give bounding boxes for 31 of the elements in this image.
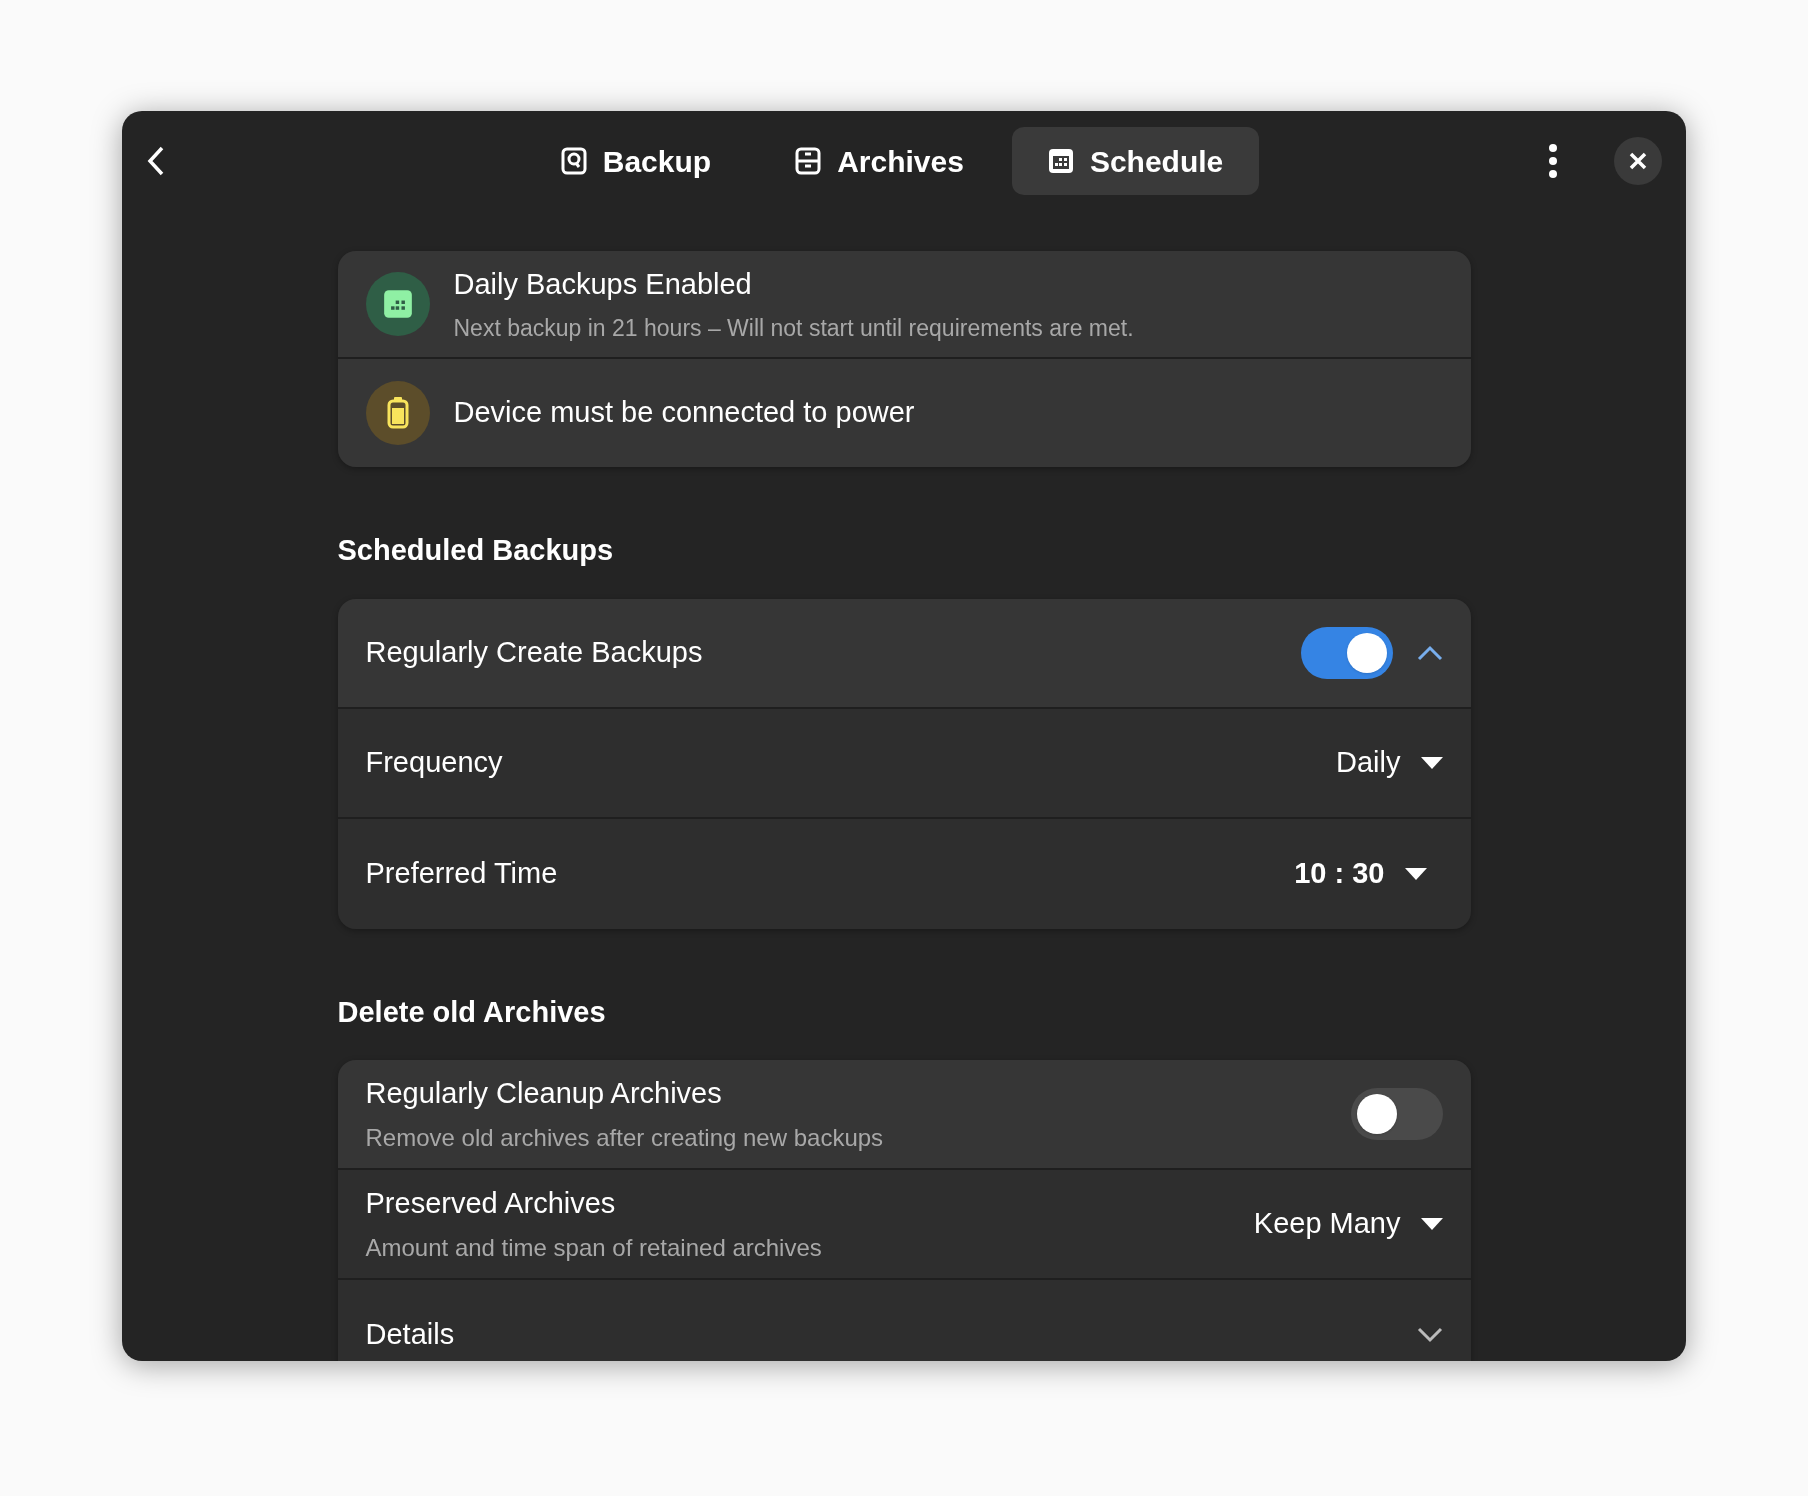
dropdown-value[interactable]: Daily (1336, 740, 1401, 785)
more-menu-icon[interactable] (1548, 144, 1558, 178)
status-title: Daily Backups Enabled (453, 267, 753, 302)
dropdown-caret-icon (1404, 867, 1427, 880)
row-label: Regularly Cleanup Archives (365, 1076, 723, 1112)
chevron-down-icon[interactable] (1416, 1327, 1443, 1343)
chevron-up-icon[interactable] (1416, 644, 1443, 661)
toggle-switch[interactable] (1350, 1088, 1443, 1140)
close-button[interactable] (1614, 137, 1662, 185)
view-tab[interactable]: Backup (524, 127, 748, 195)
status-subtitle: Next backup in 21 hours – Will not start until requirements are met. (453, 313, 1134, 343)
dropdown-caret-icon (1420, 1218, 1443, 1230)
calendar-icon (1047, 148, 1074, 174)
view-tab[interactable]: Archives (759, 127, 1000, 195)
dropdown-caret-icon (1420, 756, 1443, 769)
row-label: Preserved Archives (365, 1186, 617, 1222)
close-icon (1629, 152, 1647, 170)
view-tab[interactable]: Schedule (1011, 127, 1260, 195)
row-label: Preferred Time (365, 855, 559, 891)
row-label: Regularly Create Backups (365, 634, 704, 670)
dropdown-value[interactable]: Keep Many (1253, 1202, 1401, 1246)
row-label: Frequency (365, 744, 504, 780)
section-heading: Delete old Archives (337, 994, 607, 1030)
row-subtitle: Amount and time span of retained archives (365, 1232, 823, 1263)
row-label: Details (365, 1317, 456, 1353)
toggle-switch[interactable] (1300, 626, 1393, 679)
status-title: Device must be connected to power (453, 395, 915, 431)
row-subtitle: Remove old archives after creating new backups (365, 1122, 885, 1153)
section-heading: Scheduled Backups (337, 533, 615, 568)
drawer-icon (795, 147, 822, 175)
dropdown-value[interactable]: 10 : 30 (1294, 851, 1385, 896)
